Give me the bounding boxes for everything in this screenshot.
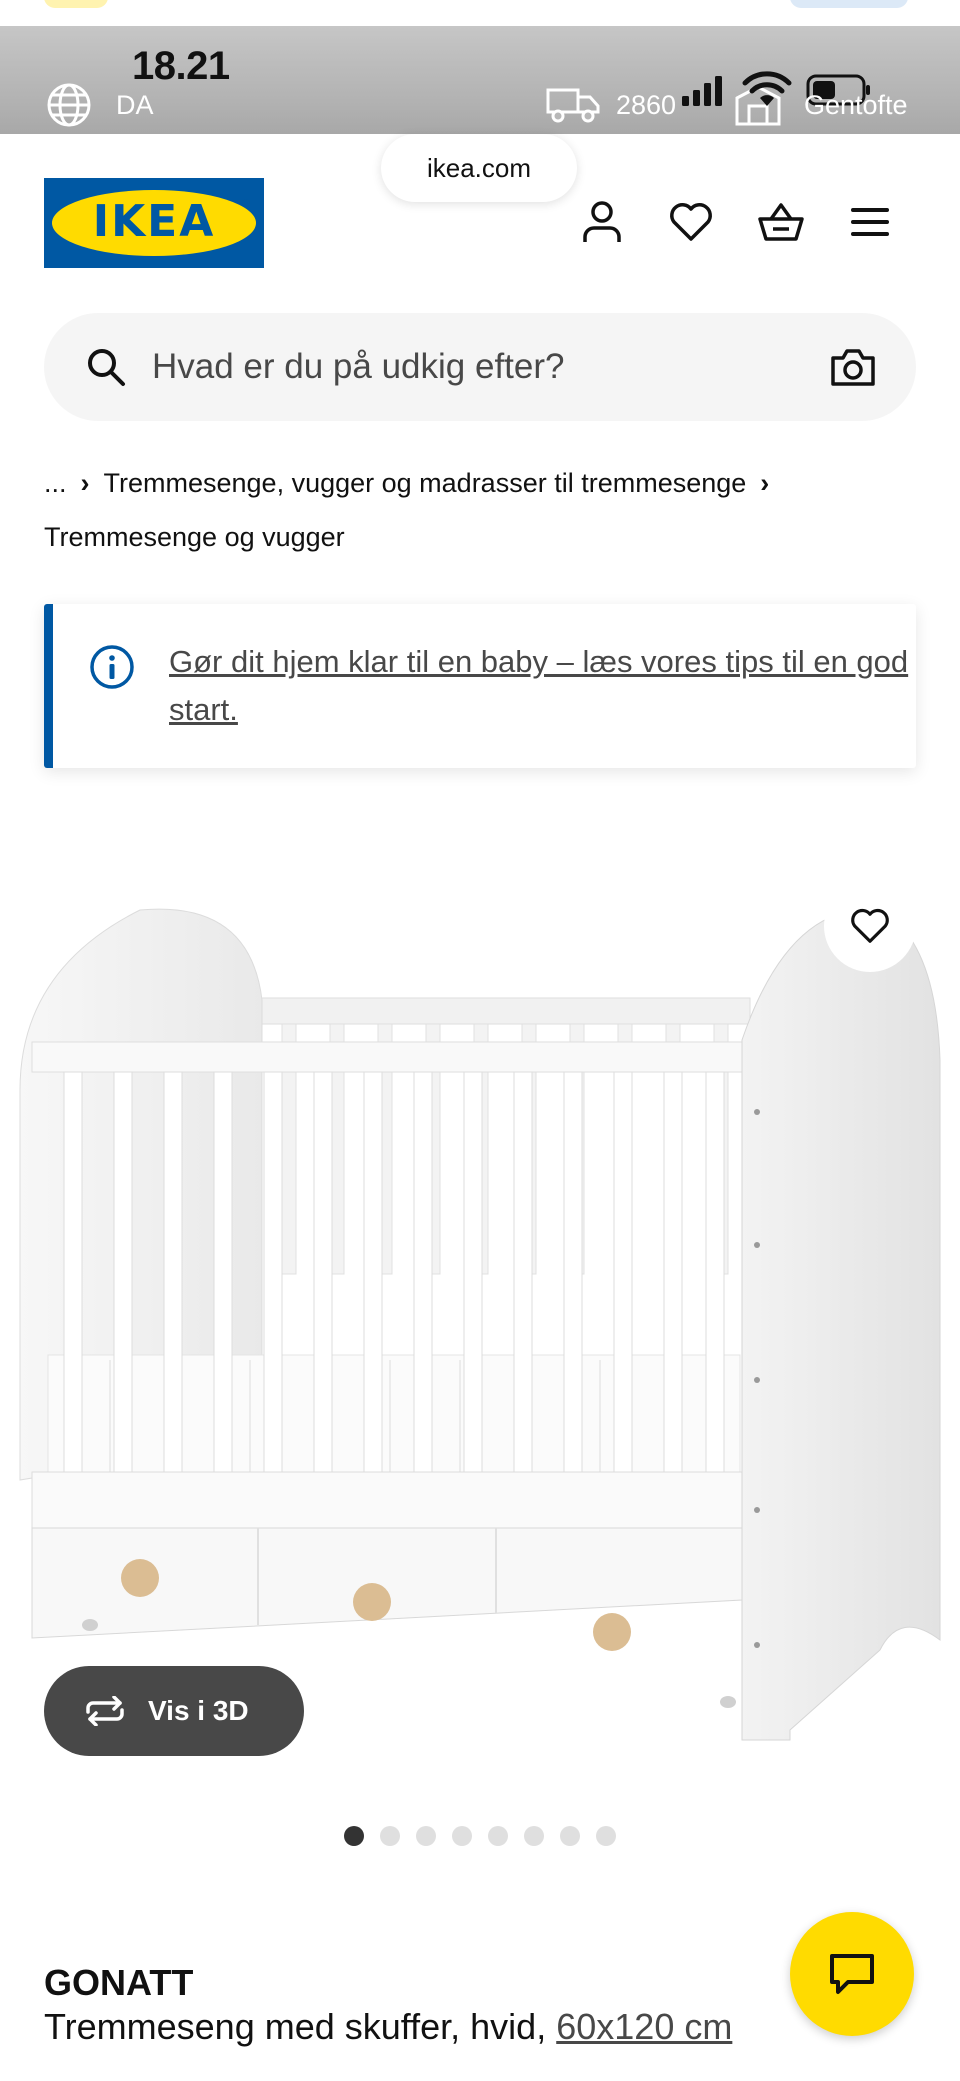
product-name: GONATT [44,1962,194,2003]
globe-icon[interactable] [46,82,92,128]
breadcrumb-ellipsis[interactable]: ... [44,468,67,498]
chat-button[interactable] [790,1912,914,2036]
chat-icon [830,1954,874,1994]
baby-tips-link[interactable]: Gør dit hjem klar til en baby – læs vore… [169,638,909,734]
profile-icon[interactable] [578,198,626,246]
logo-text: IKEA [92,196,216,247]
ikea-logo[interactable]: IKEA ® [44,178,264,268]
product-description: Tremmeseng med skuffer, hvid, 60x120 cm [44,2006,732,2048]
remnant-blue-pill [790,0,908,8]
image-pagination [344,1826,616,1846]
url-pill[interactable]: ikea.com [381,134,577,202]
pagination-dot[interactable] [488,1826,508,1846]
camera-search-icon[interactable] [830,345,876,389]
add-to-favourites-button[interactable] [824,880,916,972]
info-banner: Gør dit hjem klar til en baby – læs vore… [44,604,916,768]
product-size-link[interactable]: 60x120 cm [556,2006,732,2047]
heart-icon [851,909,889,943]
top-remnant [0,0,960,26]
remnant-yellow-pill [44,0,108,8]
pagination-dot[interactable] [452,1826,472,1846]
breadcrumb-current[interactable]: Tremmesenge og vugger [44,522,345,552]
pagination-dot[interactable] [416,1826,436,1846]
product-image[interactable] [0,880,960,1760]
pagination-dot[interactable] [560,1826,580,1846]
breadcrumb-category[interactable]: Tremmesenge, vugger og madrasser til tre… [104,468,747,498]
heart-icon[interactable] [667,198,715,246]
pagination-dot[interactable] [344,1826,364,1846]
search-icon[interactable] [84,345,128,389]
language-label[interactable]: DA [116,90,154,121]
info-icon [90,645,134,689]
chevron-right-icon: › [80,468,90,498]
breadcrumb: ... › Tremmesenge, vugger og madrasser til… [44,456,924,564]
wifi-icon [742,71,792,106]
pagination-dot[interactable] [596,1826,616,1846]
pagination-dot[interactable] [380,1826,400,1846]
chevron-right-icon: › [760,468,770,498]
store-bar: DA 18.21 2860 Gentofte [0,26,960,134]
view-in-3d-button[interactable]: Vis i 3D [44,1666,304,1756]
clock-time: 18.21 [132,44,230,88]
pagination-dot[interactable] [524,1826,544,1846]
delivery-truck-icon[interactable] [546,84,600,124]
view-in-3d-label: Vis i 3D [148,1695,249,1726]
rotate-3d-icon [86,1696,124,1726]
shopping-basket-icon[interactable] [757,198,805,246]
menu-icon[interactable] [846,198,894,246]
product-description-text: Tremmeseng med skuffer, hvid, [44,2006,547,2047]
search-bar[interactable] [44,313,916,421]
search-input[interactable] [152,337,812,397]
postal-code[interactable]: 2860 [616,90,676,121]
store-name[interactable]: Gentofte [804,90,908,121]
cellular-signal-icon [682,76,722,106]
